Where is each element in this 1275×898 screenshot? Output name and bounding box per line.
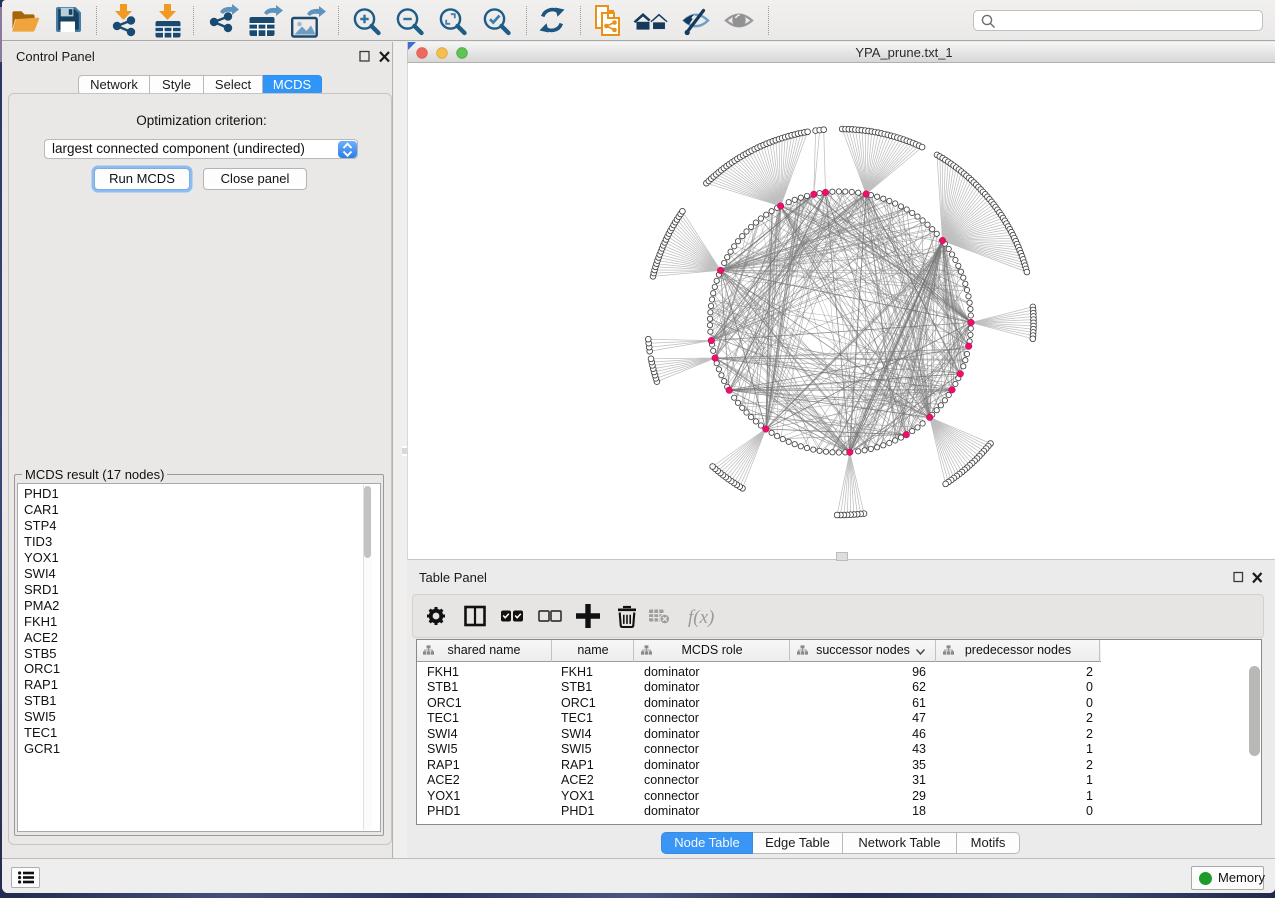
svg-text:f(x): f(x) (688, 607, 714, 628)
